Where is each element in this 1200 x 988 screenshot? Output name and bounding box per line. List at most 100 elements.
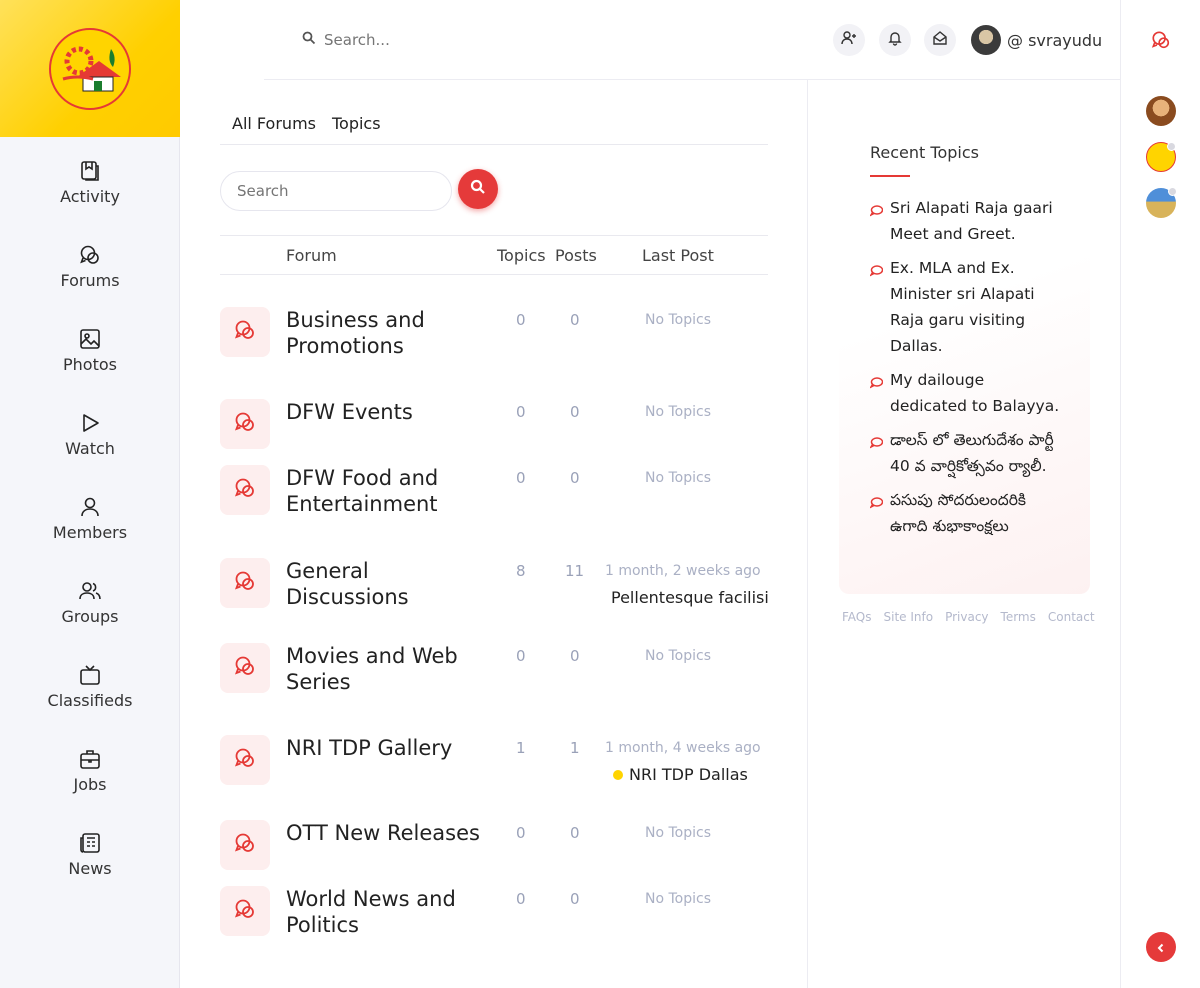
sidebar-item-groups[interactable]: Groups <box>0 557 180 641</box>
forum-icon[interactable] <box>220 399 270 449</box>
forum-chat-icon <box>234 747 256 773</box>
column-topics: Topics <box>497 246 546 265</box>
sidebar-item-forums[interactable]: Forums <box>0 221 180 305</box>
sidebar-item-label: Members <box>52 522 128 542</box>
member-avatar[interactable] <box>1146 142 1176 172</box>
last-post-time: 1 month, 2 weeks ago <box>605 563 761 579</box>
recent-topic[interactable]: పసుపు సోదరులందరికి ఉగాది శుభాకాంక్షలు <box>869 487 1066 539</box>
tab-topics[interactable]: Topics <box>332 114 381 133</box>
header-search <box>302 30 544 49</box>
sidebar-item-news[interactable]: News <box>0 809 180 893</box>
forum-name[interactable]: Business and Promotions <box>286 307 498 359</box>
last-post-author-name: Pellentesque facilisis <box>611 588 768 607</box>
avatar <box>971 25 1001 55</box>
forums-icon[interactable] <box>1151 30 1171 54</box>
topic-count: 1 <box>516 739 526 757</box>
topic-count: 8 <box>516 562 526 580</box>
inbox-icon <box>932 30 948 50</box>
forum-chat-icon <box>234 319 256 345</box>
notifications-button[interactable] <box>879 24 911 56</box>
footer-link-contact[interactable]: Contact <box>1048 610 1095 624</box>
messages-button[interactable] <box>924 24 956 56</box>
column-divider <box>807 80 808 988</box>
sidebar-item-activity[interactable]: Activity <box>0 137 180 221</box>
column-forum: Forum <box>286 246 337 265</box>
forum-icon[interactable] <box>220 643 270 693</box>
friend-requests-button[interactable] <box>833 24 865 56</box>
sidebar-item-members[interactable]: Members <box>0 473 180 557</box>
last-post-time: No Topics <box>645 470 711 486</box>
recent-topic[interactable]: డాలస్ లో తెలుగుదేశం పార్టీ 40 వ వార్షికో… <box>869 427 1066 479</box>
post-count: 0 <box>570 469 580 487</box>
chevron-left-icon <box>1156 938 1166 957</box>
forum-name[interactable]: DFW Events <box>286 399 498 425</box>
forum-icon[interactable] <box>220 886 270 936</box>
sidebar-nav: Activity Forums Photos Watch Members Gro… <box>0 137 180 893</box>
recent-topics-widget: Recent Topics Sri Alapati Raja gaari Mee… <box>839 112 1090 594</box>
sidebar-item-photos[interactable]: Photos <box>0 305 180 389</box>
footer-links: FAQs Site Info Privacy Terms Contact <box>842 610 1095 624</box>
tab-all-forums[interactable]: All Forums <box>232 114 316 133</box>
last-post-time: No Topics <box>645 648 711 664</box>
watch-icon <box>78 411 102 435</box>
chat-bubble-icon <box>869 259 884 285</box>
forum-name[interactable]: General Discussions <box>286 558 498 610</box>
chat-bubble-icon <box>869 199 884 225</box>
member-avatar[interactable] <box>1146 96 1176 126</box>
footer-link-faqs[interactable]: FAQs <box>842 610 872 624</box>
top-header: @ svrayudu <box>264 0 1120 80</box>
header-search-input[interactable] <box>324 30 544 49</box>
topic-count: 0 <box>516 403 526 421</box>
column-posts: Posts <box>555 246 597 265</box>
topic-count: 0 <box>516 469 526 487</box>
forum-chat-icon <box>234 411 256 437</box>
footer-link-site-info[interactable]: Site Info <box>884 610 934 624</box>
column-last-post: Last Post <box>642 246 714 265</box>
topic-count: 0 <box>516 824 526 842</box>
search-icon <box>302 30 316 49</box>
recent-topic[interactable]: My dailouge dedicated to Balayya. <box>869 367 1066 419</box>
forums-main: All Forums Topics Forum Topics Posts Las… <box>220 80 768 937</box>
last-post-author[interactable]: NRI TDP Dallas <box>613 765 748 784</box>
sidebar-item-label: Activity <box>60 186 120 206</box>
sidebar-item-label: Groups <box>61 606 119 626</box>
brand-header <box>0 0 180 137</box>
table-header: Forum Topics Posts Last Post <box>220 235 768 275</box>
sidebar-item-jobs[interactable]: Jobs <box>0 725 180 809</box>
sidebar-item-classifieds[interactable]: Classifieds <box>0 641 180 725</box>
user-menu[interactable]: @ svrayudu <box>971 25 1102 55</box>
forum-chat-icon <box>234 832 256 858</box>
post-count: 0 <box>570 647 580 665</box>
forum-search-input[interactable] <box>220 171 452 211</box>
footer-link-privacy[interactable]: Privacy <box>945 610 988 624</box>
last-post-author-name: NRI TDP Dallas <box>629 765 748 784</box>
footer-link-terms[interactable]: Terms <box>1001 610 1036 624</box>
forum-icon[interactable] <box>220 307 270 357</box>
forum-chat-icon <box>234 477 256 503</box>
recent-topic[interactable]: Sri Alapati Raja gaari Meet and Greet. <box>869 195 1066 247</box>
forum-name[interactable]: OTT New Releases <box>286 820 498 846</box>
forum-icon[interactable] <box>220 735 270 785</box>
forum-search-button[interactable] <box>458 169 498 209</box>
classifieds-icon <box>78 663 102 687</box>
forum-chat-icon <box>234 655 256 681</box>
last-post-author[interactable]: Pellentesque facilisis <box>605 588 768 607</box>
member-avatar[interactable] <box>1146 187 1177 218</box>
post-count: 11 <box>565 562 585 580</box>
sidebar-item-watch[interactable]: Watch <box>0 389 180 473</box>
collapse-rail-button[interactable] <box>1146 932 1176 962</box>
last-post-time: No Topics <box>645 404 711 420</box>
forums-icon <box>78 243 102 267</box>
forum-icon[interactable] <box>220 465 270 515</box>
forum-name[interactable]: DFW Food and Entertainment <box>286 465 498 517</box>
jobs-icon <box>78 747 102 771</box>
status-dot <box>1167 142 1176 151</box>
chat-bubble-icon <box>869 371 884 397</box>
forum-name[interactable]: Movies and Web Series <box>286 643 498 695</box>
site-logo[interactable] <box>49 27 131 110</box>
forum-icon[interactable] <box>220 558 270 608</box>
recent-topic[interactable]: Ex. MLA and Ex. Minister sri Alapati Raj… <box>869 255 1066 359</box>
forum-name[interactable]: NRI TDP Gallery <box>286 735 498 761</box>
forum-icon[interactable] <box>220 820 270 870</box>
forum-name[interactable]: World News and Politics <box>286 886 498 938</box>
